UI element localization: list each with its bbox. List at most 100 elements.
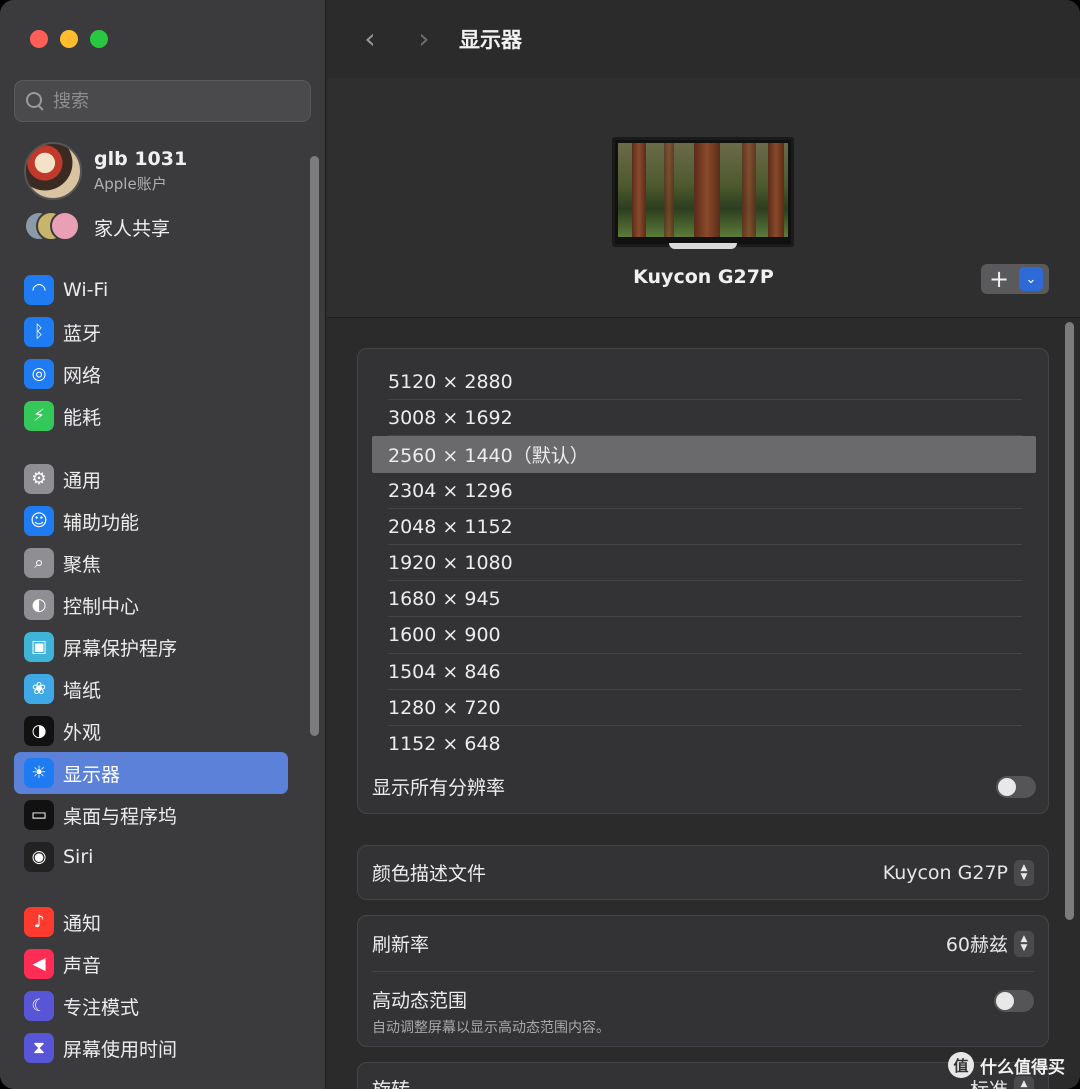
resolution-option[interactable]: 2304 × 1296 xyxy=(372,473,1036,509)
resolution-option[interactable]: 1280 × 720 xyxy=(372,690,1036,727)
add-display-control[interactable]: + ⌄ xyxy=(981,264,1049,294)
color-profile-card: 颜色描述文件 Kuycon G27P ▲ ▼ xyxy=(357,845,1049,900)
resolution-option[interactable]: 5120 × 2880 xyxy=(372,364,1036,401)
main-pane: ‹ › 显示器 Kuycon G27P + ⌄ 5120 × 2880 3008… xyxy=(327,0,1080,1089)
resolution-option[interactable]: 1600 × 900 xyxy=(372,617,1036,654)
divider xyxy=(372,971,1034,972)
resolution-list: 5120 × 2880 3008 × 1692 2560 × 1440（默认） 230… xyxy=(372,364,1036,762)
sidebar-item[interactable]: ◠ Wi-Fi xyxy=(14,269,288,311)
show-all-resolutions-toggle[interactable] xyxy=(996,775,1036,798)
sidebar-item[interactable]: ❀ 墙纸 xyxy=(14,668,288,710)
main-scrollbar[interactable] xyxy=(1065,322,1074,920)
sidebar-group-system: ⚙ 通用 ☺ 辅助功能 ⌕ 聚焦 ◐ 控制中心 ▣ 屏幕保护程序 ❀ 墙纸 ◑ 外观 ☀ 显示器 ▭ 桌面与程序坞… xyxy=(14,458,288,878)
forward-button[interactable]: › xyxy=(409,22,439,55)
show-all-resolutions-label: 显示所有分辨率 xyxy=(372,777,506,799)
sidebar-item-label: 专注模式 xyxy=(63,996,140,1019)
hourglass-icon: ⧗ xyxy=(24,1033,54,1063)
minimize-button[interactable] xyxy=(60,30,78,48)
monitor-stand xyxy=(669,243,737,249)
magnifier-icon: ⌕ xyxy=(24,548,54,578)
refresh-rate-popup[interactable]: 60赫兹 ▲ ▼ xyxy=(946,930,1034,957)
sidebar-item[interactable]: ◐ 控制中心 xyxy=(14,584,288,626)
sidebar-group-network: ◠ Wi-Fi ᛒ 蓝牙 ◎ 网络 ⚡ 能耗 xyxy=(14,269,288,437)
rotation-label: 旋转 xyxy=(372,1075,410,1089)
display-name: Kuycon G27P xyxy=(633,266,774,288)
sidebar-item[interactable]: ☀ 显示器 xyxy=(14,752,288,794)
dock-icon: ▭ xyxy=(24,800,54,830)
window-controls xyxy=(30,30,108,48)
accessibility-icon: ☺ xyxy=(24,506,54,536)
sidebar-item-label: 聚焦 xyxy=(63,553,102,576)
color-profile-value: Kuycon G27P xyxy=(882,861,1008,884)
color-profile-popup[interactable]: Kuycon G27P ▲ ▼ xyxy=(882,859,1034,886)
siri-icon: ◉ xyxy=(24,842,54,872)
sidebar: glb 1031 Apple账户 家人共享 ◠ Wi-Fi ᛒ 蓝牙 ◎ 网络 ⚡ 能耗 ⚙ 通… xyxy=(0,0,326,1089)
sidebar-item[interactable]: ◎ 网络 xyxy=(14,353,288,395)
search-input[interactable] xyxy=(53,90,293,112)
sidebar-item[interactable]: ☾ 专注模式 xyxy=(14,985,288,1027)
sidebar-item[interactable]: ⚡ 能耗 xyxy=(14,395,288,437)
resolution-option[interactable]: 2048 × 1152 xyxy=(372,509,1036,546)
sidebar-item-label: Siri xyxy=(63,846,94,868)
sidebar-item-label: 能耗 xyxy=(63,406,102,429)
sidebar-item[interactable]: ᛒ 蓝牙 xyxy=(14,311,288,353)
gear-icon: ⚙ xyxy=(24,464,54,494)
appearance-icon: ◑ xyxy=(24,716,54,746)
sidebar-item-label: Wi-Fi xyxy=(63,279,109,301)
search-field[interactable] xyxy=(14,80,311,122)
watermark-text: 什么值得买 xyxy=(980,1057,1065,1078)
hdr-toggle[interactable] xyxy=(994,990,1034,1012)
family-avatars xyxy=(24,211,82,243)
resolution-card: 5120 × 2880 3008 × 1692 2560 × 1440（默认） 230… xyxy=(357,348,1049,814)
sidebar-item-label: 辅助功能 xyxy=(63,511,140,534)
resolution-option[interactable]: 3008 × 1692 xyxy=(372,400,1036,437)
sidebar-group-notifications: ♪ 通知 ◀ 声音 ☾ 专注模式 ⧗ 屏幕使用时间 xyxy=(14,901,288,1069)
plus-icon[interactable]: + xyxy=(981,264,1017,294)
toolbar: ‹ › 显示器 xyxy=(327,0,1080,78)
account-name: glb 1031 xyxy=(94,148,188,170)
monitor-icon[interactable] xyxy=(612,137,794,247)
color-profile-label: 颜色描述文件 xyxy=(372,863,487,885)
refresh-rate-value: 60赫兹 xyxy=(945,934,1008,956)
sidebar-item[interactable]: ♪ 通知 xyxy=(14,901,288,943)
sidebar-item[interactable]: ▭ 桌面与程序坞 xyxy=(14,794,288,836)
sidebar-item[interactable]: ⌕ 聚焦 xyxy=(14,542,288,584)
refresh-rate-label: 刷新率 xyxy=(372,934,430,956)
sidebar-item[interactable]: ▣ 屏幕保护程序 xyxy=(14,626,288,668)
sidebar-item[interactable]: ◉ Siri xyxy=(14,836,288,878)
flower-icon: ❀ xyxy=(24,674,54,704)
family-sharing[interactable]: 家人共享 xyxy=(24,211,170,243)
resolution-option[interactable]: 1152 × 648 xyxy=(372,726,1036,762)
close-button[interactable] xyxy=(30,30,48,48)
resolution-option[interactable]: 2560 × 1440（默认） xyxy=(372,436,1036,473)
show-all-resolutions-row: 显示所有分辨率 xyxy=(372,773,1036,800)
hdr-description: 自动调整屏幕以显示高动态范围内容。 xyxy=(372,1020,610,1036)
sidebar-item[interactable]: ⚙ 通用 xyxy=(14,458,288,500)
sidebar-item[interactable]: ☺ 辅助功能 xyxy=(14,500,288,542)
resolution-option[interactable]: 1920 × 1080 xyxy=(372,545,1036,582)
resolution-option[interactable]: 1504 × 846 xyxy=(372,654,1036,690)
hdr-label: 高动态范围 xyxy=(372,990,468,1012)
battery-bolt-icon: ⚡ xyxy=(24,401,54,431)
sidebar-item[interactable]: ◑ 外观 xyxy=(14,710,288,752)
screensaver-icon: ▣ xyxy=(24,632,54,662)
zoom-button[interactable] xyxy=(90,30,108,48)
sidebar-item-label: 通用 xyxy=(63,469,102,492)
resolution-option[interactable]: 1680 × 945 xyxy=(372,581,1036,618)
chevron-down-icon[interactable]: ⌄ xyxy=(1019,267,1043,291)
sidebar-item-label: 外观 xyxy=(63,721,102,744)
watermark-logo: 值 xyxy=(948,1052,974,1078)
sidebar-item-label: 通知 xyxy=(63,912,102,935)
moon-icon: ☾ xyxy=(24,991,54,1021)
sidebar-scrollbar[interactable] xyxy=(310,156,319,736)
sidebar-item-label: 桌面与程序坞 xyxy=(63,805,178,828)
back-button[interactable]: ‹ xyxy=(355,22,385,55)
sidebar-item[interactable]: ⧗ 屏幕使用时间 xyxy=(14,1027,288,1069)
apple-account[interactable]: glb 1031 Apple账户 xyxy=(24,142,187,200)
sidebar-item-label: 显示器 xyxy=(63,763,121,786)
account-subtitle: Apple账户 xyxy=(94,175,167,193)
watermark: 值 什么值得买 xyxy=(948,1052,1065,1078)
sidebar-item[interactable]: ◀ 声音 xyxy=(14,943,288,985)
search-icon xyxy=(25,91,45,111)
wifi-icon: ◠ xyxy=(24,275,54,305)
